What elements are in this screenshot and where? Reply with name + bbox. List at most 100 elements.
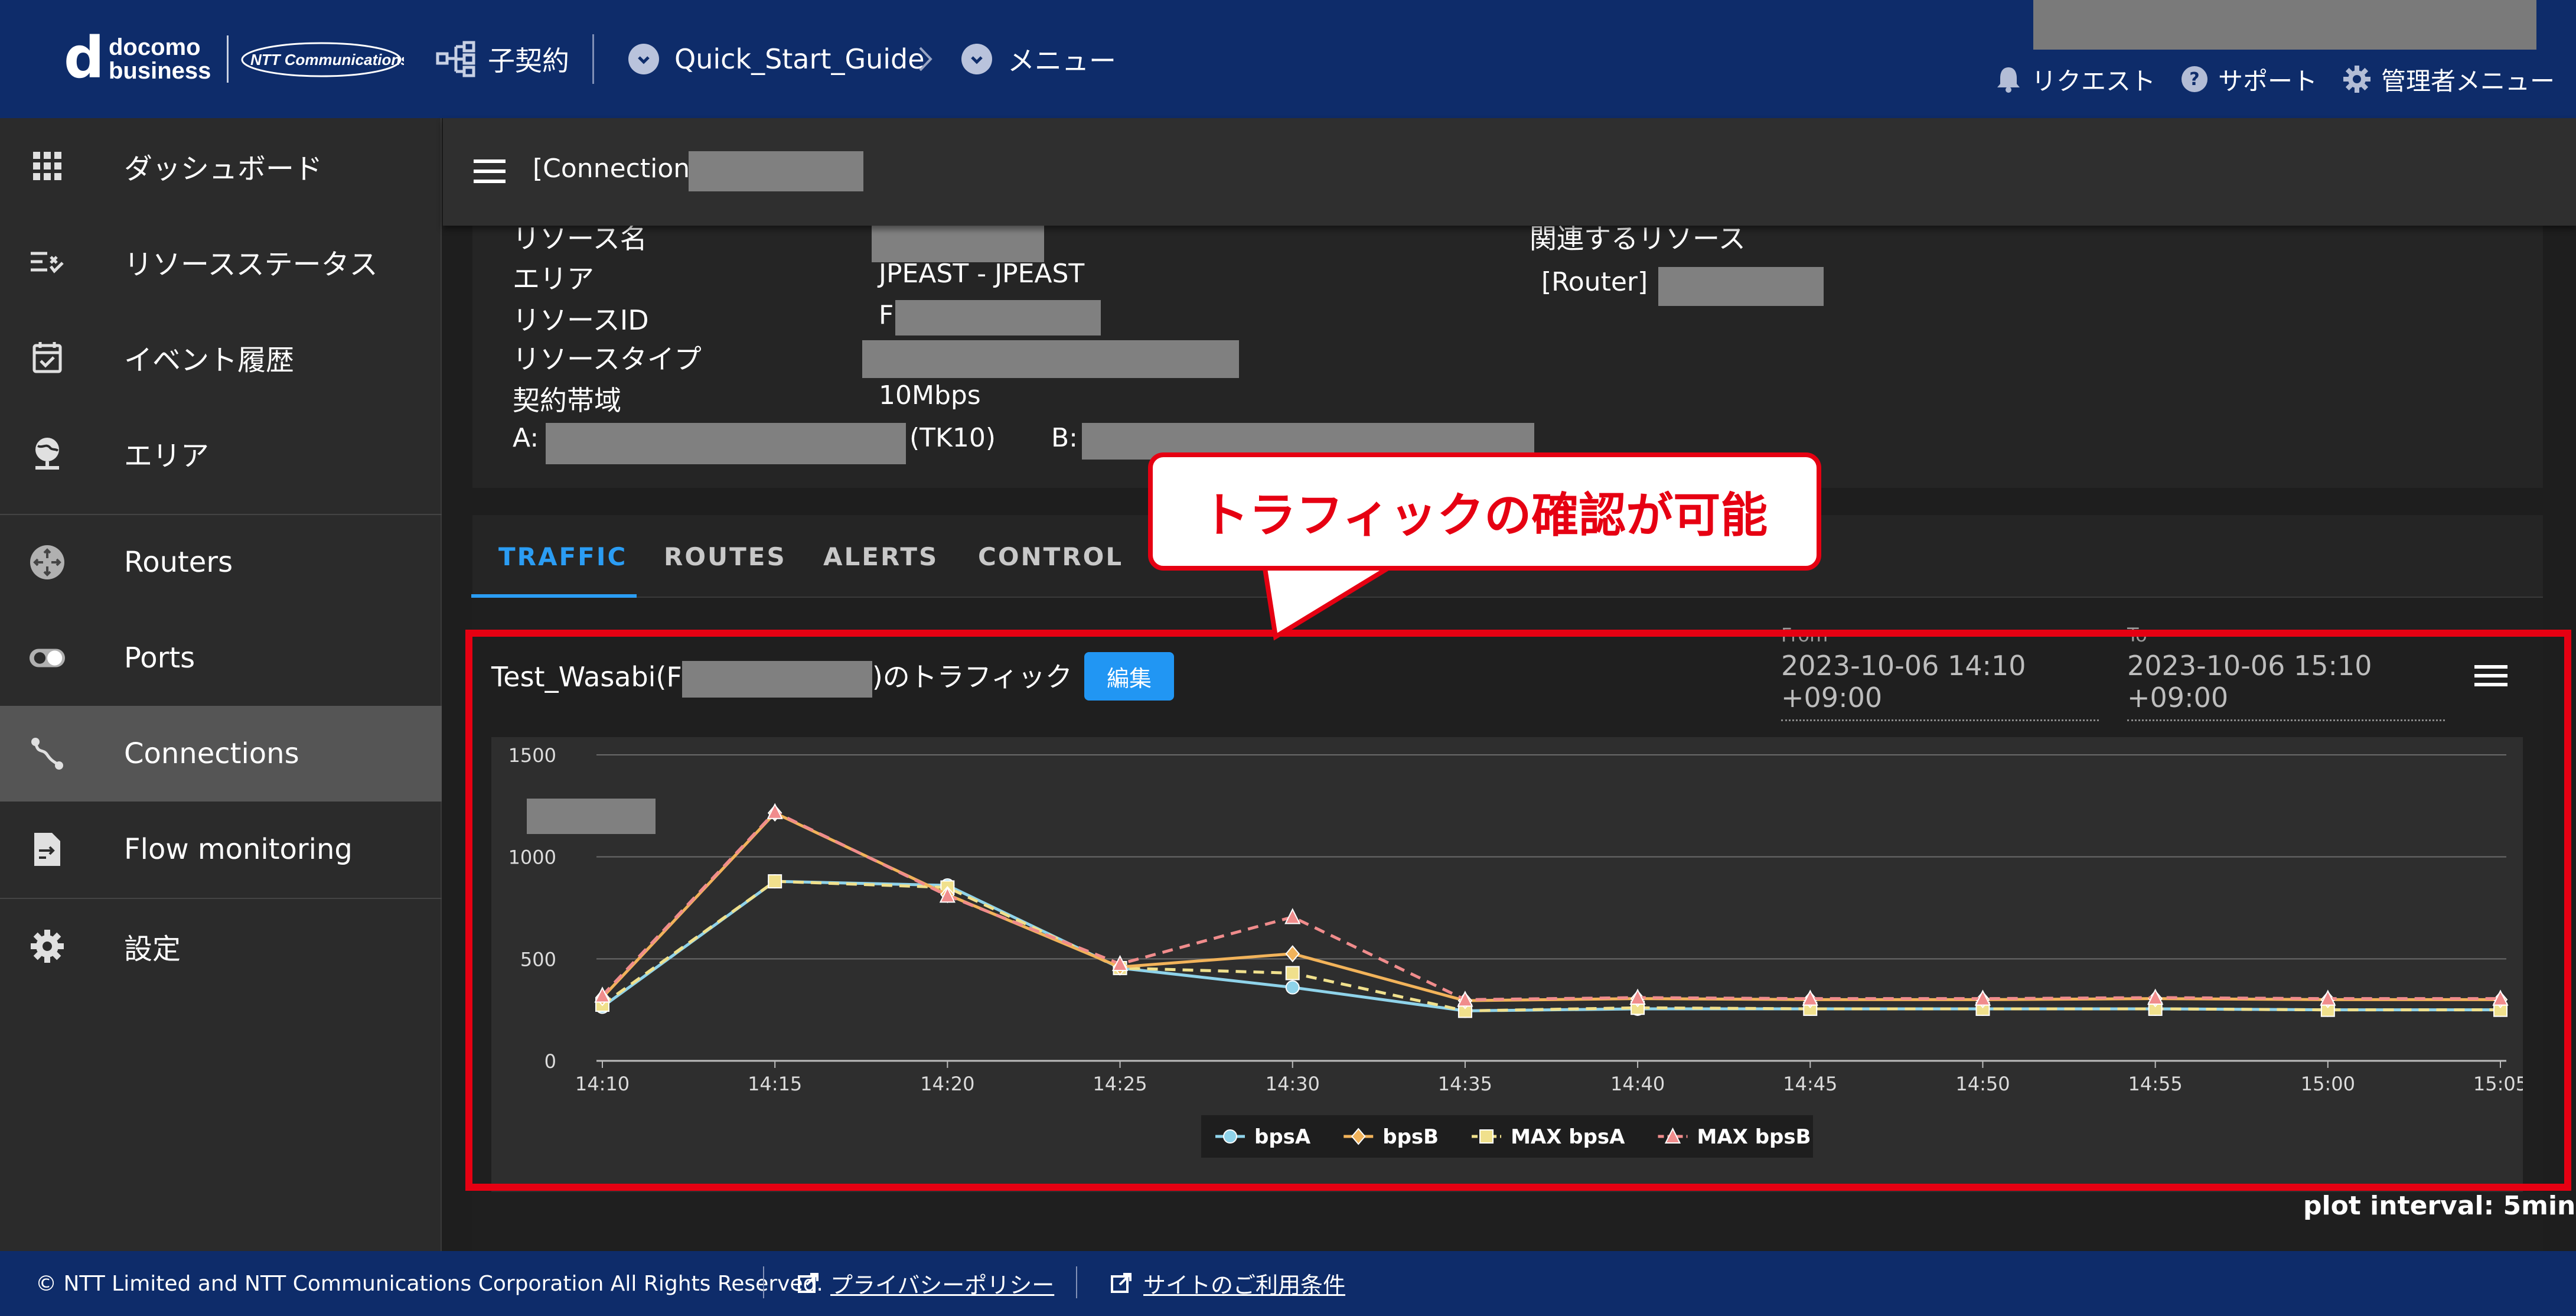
sidebar-item-label: リソースステータス [124,248,378,281]
sidebar-item-routers[interactable]: Routers [0,514,442,610]
breadcrumb-menu[interactable]: メニュー [961,35,1116,83]
contract-label: 子契約 [488,45,569,77]
breadcrumb-chevron-icon [917,35,934,83]
sidebar-item-flow-monitoring[interactable]: Flow monitoring [0,802,442,897]
brand-line-1: docomo [109,34,201,60]
redacted-resource-type [862,340,1239,378]
highlight-frame [465,630,2571,1191]
sidebar-item-label: Ports [124,641,195,675]
bandwidth-value: 10Mbps [879,380,981,411]
admin-menu-link[interactable]: 管理者メニュー [2342,60,2555,98]
external-link-icon [1111,1273,1132,1293]
area-label: エリア [513,263,594,295]
callout-pointer [1261,561,1401,641]
hamburger-menu-icon[interactable] [472,158,507,187]
tab-traffic[interactable]: TRAFFIC [498,515,627,598]
sidebar-item-label: エリア [124,439,210,473]
external-link-icon [798,1273,819,1293]
gear-icon [28,927,66,965]
copyright-text: © NTT Limited and NTT Communications Cor… [35,1271,823,1296]
check-circle-icon [961,44,992,74]
terms-of-use-label: サイトのご利用条件 [1143,1272,1346,1298]
sidebar-item-settings[interactable]: 設定 [0,898,442,994]
router-icon [28,543,66,581]
active-tab-indicator [471,594,637,598]
calendar-check-icon [28,338,66,376]
resource-id-prefix: F [879,300,894,330]
redacted-connection-name [689,151,863,191]
tab-label: TRAFFIC [498,542,628,571]
footer-divider [763,1266,764,1298]
related-router-link[interactable]: [Router] [1541,267,1648,297]
support-link[interactable]: ? サポート [2180,60,2317,98]
callout-text: トラフィックの確認が可能 [1201,488,1768,543]
page-title: [Connection] [533,154,700,184]
svg-text:NTT Communications: NTT Communications [250,51,404,69]
callout-bubble: トラフィックの確認が可能 [1148,452,1821,571]
area-value: JPEAST - JPEAST [879,259,1085,289]
checklist-icon [28,243,66,281]
page-topbar: [Connection] [443,118,2576,226]
flow-file-icon [28,830,66,868]
sidebar-item-dashboard[interactable]: ダッシュボード [0,118,442,214]
hierarchy-icon [436,41,477,77]
redacted-endpoint-a [546,423,906,464]
ntt-communications-logo: NTT Communications [239,39,409,80]
connection-info-panel: リソース名 エリア JPEAST - JPEAST リソースID F リソースタ… [472,223,2543,488]
sidebar-item-label: Flow monitoring [124,833,353,866]
sidebar: ダッシュボード リソースステータス イベント履歴 エリア Routers Por… [0,118,442,1251]
brand-divider [227,35,229,83]
svg-text:?: ? [2189,69,2199,90]
help-circle-icon: ? [2182,66,2207,92]
redacted-account-area [2033,0,2536,50]
sidebar-item-label: ダッシュボード [124,152,323,185]
resource-id-label: リソースID [513,304,649,336]
grid-icon [28,147,66,185]
breadcrumb-label: メニュー [1007,45,1116,77]
endpoint-b-label: B: [1051,423,1078,453]
tab-label: ALERTS [823,542,939,571]
tab-label: ROUTES [664,542,787,571]
terms-of-use-link[interactable]: サイトのご利用条件 [1110,1269,1346,1298]
port-icon [28,639,66,677]
support-label: サポート [2218,66,2318,96]
privacy-policy-label: プライバシーポリシー [830,1272,1055,1298]
sidebar-item-ports[interactable]: Ports [0,610,442,706]
tab-alerts[interactable]: ALERTS [823,515,938,598]
sidebar-item-resource-status[interactable]: リソースステータス [0,214,442,310]
gear-icon [2343,66,2370,93]
globe-icon [28,434,66,472]
breadcrumb-label: Quick_Start_Guide [674,43,925,75]
nav-divider [592,34,594,84]
check-circle-icon [628,44,659,74]
bandwidth-label: 契約帯域 [513,385,621,416]
redacted-resource-name [872,226,1044,262]
sidebar-item-connections[interactable]: Connections [0,706,442,802]
request-label: リクエスト [2032,66,2156,96]
plot-interval-label: plot interval: 5min [2303,1191,2576,1221]
sidebar-item-label: イベント履歴 [124,344,295,377]
footer-divider [1076,1266,1077,1298]
bell-icon [1997,67,2020,93]
sidebar-item-label: Routers [124,546,233,579]
tab-control[interactable]: CONTROL [978,515,1123,598]
tab-label: CONTROL [978,542,1124,571]
redacted-resource-id [895,300,1101,335]
docomo-business-logo[interactable]: d docomo business [64,28,211,87]
sidebar-item-label: 設定 [124,933,181,966]
tab-routes[interactable]: ROUTES [664,515,787,598]
privacy-policy-link[interactable]: プライバシーポリシー [797,1269,1055,1298]
admin-menu-label: 管理者メニュー [2381,66,2555,96]
request-link[interactable]: リクエスト [1995,60,2156,98]
redacted-router-name [1658,267,1824,306]
sidebar-item-label: Connections [124,737,299,770]
contract-menu[interactable]: 子契約 [436,35,569,83]
endpoint-a-suffix: (TK10) [909,423,996,453]
sidebar-item-event-history[interactable]: イベント履歴 [0,310,442,405]
breadcrumb-quick-start[interactable]: Quick_Start_Guide [628,35,925,83]
endpoint-a-label: A: [513,423,539,453]
brand-line-2: business [109,58,211,84]
sidebar-item-area[interactable]: エリア [0,405,442,501]
connection-icon [28,735,66,773]
resource-type-label: リソースタイプ [513,343,702,375]
